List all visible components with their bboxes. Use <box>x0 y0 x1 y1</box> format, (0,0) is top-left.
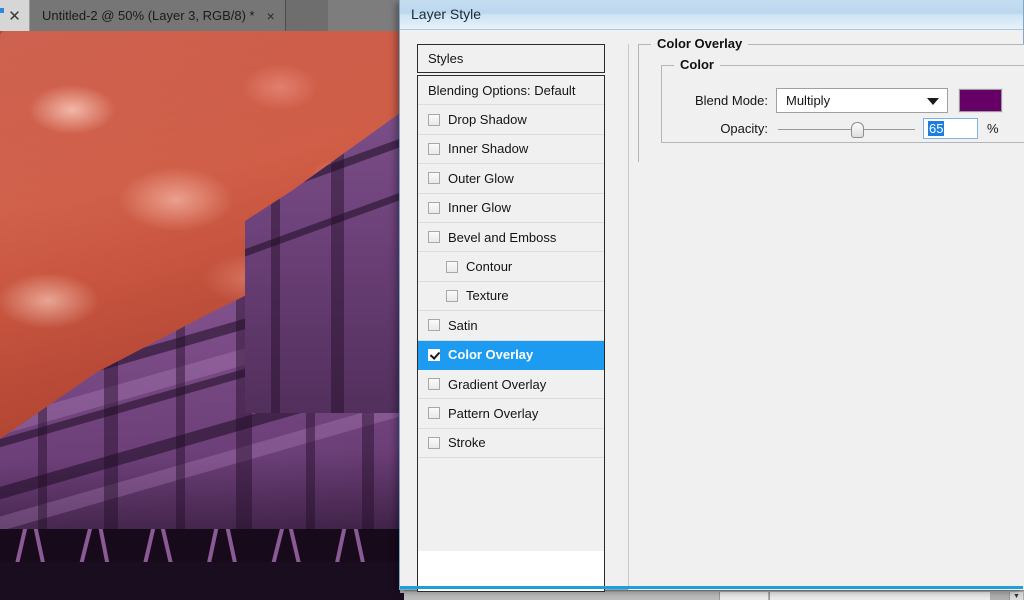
style-list-item-label: Drop Shadow <box>448 112 527 128</box>
color-overlay-group-title: Color Overlay <box>651 36 749 51</box>
style-checkbox[interactable] <box>428 407 440 420</box>
dialog-title-bar[interactable]: Layer Style <box>400 0 1023 30</box>
opacity-input[interactable]: 65 <box>923 118 978 139</box>
style-checkbox[interactable] <box>428 348 440 361</box>
style-list-item-contour[interactable]: Contour <box>418 252 604 282</box>
document-canvas[interactable] <box>0 31 400 593</box>
blend-mode-value: Multiply <box>786 93 831 108</box>
style-list-item-label: Inner Glow <box>448 200 511 216</box>
style-list-item-gradient-overlay[interactable]: Gradient Overlay <box>418 369 604 400</box>
chevron-down-icon[interactable] <box>927 97 939 105</box>
style-checkbox[interactable] <box>428 113 440 126</box>
style-list-item-label: Pattern Overlay <box>448 405 539 421</box>
style-checkbox[interactable] <box>428 378 440 391</box>
opacity-row: Opacity: 65 % <box>662 118 999 139</box>
style-checkbox[interactable] <box>428 319 440 332</box>
styles-panel: Styles Blending Options: Default Drop Sha… <box>417 44 605 592</box>
close-icon[interactable]: ✕ <box>0 0 30 31</box>
scrollbar-track[interactable] <box>769 592 990 600</box>
style-list-item-outer-glow[interactable]: Outer Glow <box>418 164 604 194</box>
blend-mode-select[interactable]: Multiply <box>776 88 948 113</box>
style-list-item-label: Bevel and Emboss <box>448 229 557 245</box>
style-list-item-label: Gradient Overlay <box>448 376 547 392</box>
scrollbar-gap <box>720 592 768 600</box>
style-checkbox[interactable] <box>428 201 440 214</box>
opacity-label: Opacity: <box>720 121 768 136</box>
style-list-item-satin[interactable]: Satin <box>418 311 604 341</box>
styles-list-empty-area <box>418 458 604 552</box>
document-tab-label: Untitled-2 @ 50% (Layer 3, RGB/8) * <box>42 8 255 23</box>
style-checkbox[interactable] <box>446 289 458 302</box>
style-list-item-drop-shadow[interactable]: Drop Shadow <box>418 105 604 135</box>
style-checkbox[interactable] <box>428 142 440 155</box>
color-overlay-group: Color Overlay Color Blend Mode: Multiply <box>638 36 1024 162</box>
blend-mode-row: Blend Mode: Multiply <box>662 88 1003 113</box>
scrollbar-thumb[interactable] <box>404 592 720 600</box>
layer-style-dialog: Layer Style Styles Blending Options: Def… <box>399 0 1024 592</box>
style-list-item-blending-options-default[interactable]: Blending Options: Default <box>418 76 604 106</box>
styles-list[interactable]: Blending Options: Default Drop Shadow Inne… <box>417 75 605 592</box>
style-list-item-label: Inner Shadow <box>448 141 529 157</box>
color-subgroup: Color Blend Mode: Multiply Opacity: 65 % <box>661 57 1024 143</box>
document-tab-untitled-2[interactable]: Untitled-2 @ 50% (Layer 3, RGB/8) * × <box>30 0 286 31</box>
close-icon-glyph: ✕ <box>8 7 21 25</box>
scrollbar-arrow-icon[interactable]: ▼ <box>1009 592 1023 600</box>
style-checkbox[interactable] <box>446 260 458 273</box>
dialog-body: Styles Blending Options: Default Drop Sha… <box>400 30 1024 592</box>
blend-mode-label: Blend Mode: <box>695 93 768 108</box>
styles-panel-header: Styles <box>417 44 605 73</box>
style-checkbox[interactable] <box>428 436 440 449</box>
opacity-unit: % <box>987 121 999 136</box>
effect-settings-panel: Color Overlay Color Blend Mode: Multiply <box>628 36 1024 590</box>
style-list-item-label: Stroke <box>448 435 486 451</box>
style-checkbox[interactable] <box>428 231 440 244</box>
dialog-bottom-accent <box>400 586 1023 589</box>
style-list-item-color-overlay[interactable]: Color Overlay <box>418 340 604 370</box>
opacity-slider[interactable] <box>778 120 915 138</box>
opacity-slider-thumb[interactable] <box>851 121 865 138</box>
color-swatch[interactable] <box>958 88 1003 113</box>
style-list-item-bevel-and-emboss[interactable]: Bevel and Emboss <box>418 222 604 253</box>
color-subgroup-title: Color <box>674 57 720 72</box>
style-checkbox[interactable] <box>428 172 440 185</box>
style-list-item-label: Texture <box>466 288 509 304</box>
style-list-item-label: Contour <box>466 259 513 275</box>
style-list-item-pattern-overlay[interactable]: Pattern Overlay <box>418 399 604 429</box>
style-list-item-texture[interactable]: Texture <box>418 281 604 312</box>
style-list-item-label: Color Overlay <box>448 347 534 363</box>
tab-close-icon[interactable]: × <box>267 8 275 24</box>
opacity-value: 65 <box>928 121 945 136</box>
style-list-item-stroke[interactable]: Stroke <box>418 428 604 459</box>
screen: ✕ Untitled-2 @ 50% (Layer 3, RGB/8) * × <box>0 0 1024 600</box>
tab-accent-mark <box>0 8 4 13</box>
style-list-item-inner-shadow[interactable]: Inner Shadow <box>418 134 604 165</box>
style-list-item-label: Outer Glow <box>448 170 514 186</box>
style-list-item-inner-glow[interactable]: Inner Glow <box>418 193 604 223</box>
style-list-item-label: Blending Options: Default <box>428 82 576 98</box>
style-list-item-label: Satin <box>448 317 478 333</box>
opacity-slider-track[interactable] <box>778 128 915 130</box>
dialog-title: Layer Style <box>411 6 482 22</box>
